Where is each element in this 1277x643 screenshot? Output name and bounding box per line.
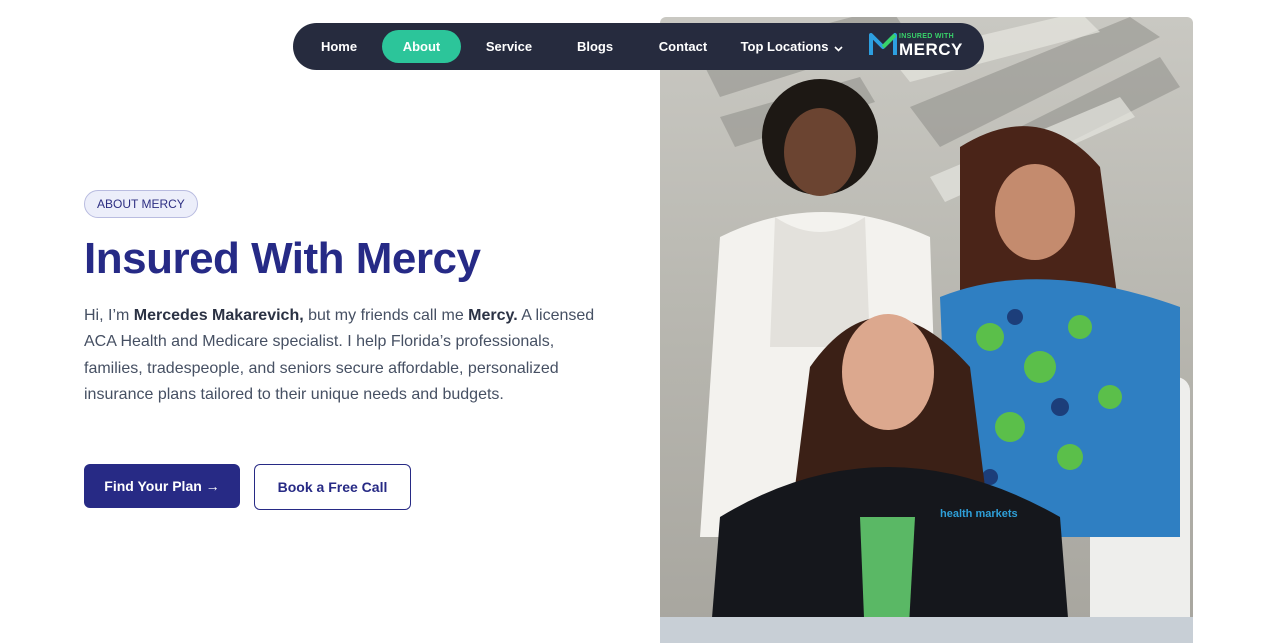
find-your-plan-button[interactable]: Find Your Plan →: [84, 464, 240, 508]
chevron-down-icon: [834, 31, 844, 64]
logo-mark-icon: [869, 33, 897, 55]
page-title: Insured With Mercy: [84, 234, 481, 283]
desc-middle: but my friends call me: [303, 307, 469, 324]
logo-bottom-text: MERCY: [899, 40, 963, 59]
nav-blogs[interactable]: Blogs: [563, 30, 627, 63]
hero-description: Hi, I’m Mercedes Makarevich, but my frie…: [84, 303, 604, 408]
nav-about[interactable]: About: [382, 30, 461, 63]
nav-contact[interactable]: Contact: [648, 30, 718, 63]
desc-intro: Hi, I’m: [84, 307, 134, 324]
nav-top-locations-label: Top Locations: [740, 39, 829, 54]
brand-logo[interactable]: INSURED WITH MERCY: [869, 31, 965, 61]
nav-top-locations[interactable]: Top Locations: [737, 30, 847, 63]
section-badge: ABOUT MERCY: [84, 190, 198, 218]
nav-home[interactable]: Home: [309, 30, 369, 63]
book-free-call-button[interactable]: Book a Free Call: [254, 464, 411, 510]
main-nav: Home About Service Blogs Contact Top Loc…: [293, 23, 984, 70]
desc-nickname: Mercy.: [468, 307, 518, 324]
shirt-logo-text: health markets: [940, 508, 1018, 520]
logo-top-text: INSURED WITH: [899, 33, 954, 40]
team-photo: health markets: [660, 17, 1193, 643]
desc-name: Mercedes Makarevich,: [133, 307, 304, 324]
nav-service[interactable]: Service: [474, 30, 544, 63]
